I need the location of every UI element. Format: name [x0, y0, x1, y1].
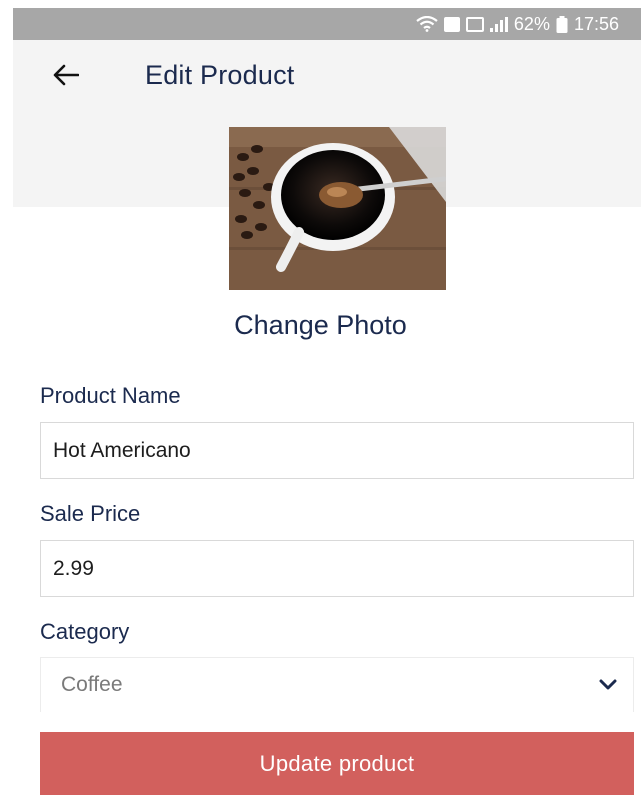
- chevron-down-icon: [599, 679, 617, 691]
- change-photo-link[interactable]: Change Photo: [0, 310, 641, 341]
- update-product-button[interactable]: Update product: [40, 732, 634, 795]
- battery-percent: 62%: [513, 13, 550, 34]
- sale-price-label: Sale Price: [40, 501, 141, 526]
- signal-bars-icon: [489, 16, 508, 32]
- product-name-input[interactable]: Hot Americano: [40, 422, 634, 479]
- category-selected-value: Coffee: [61, 673, 123, 696]
- wifi-icon: [416, 16, 438, 32]
- status-time: 17:56: [573, 13, 619, 34]
- signal-box-icon: [465, 16, 484, 32]
- app-bar: Edit Product: [13, 40, 641, 112]
- sim-icon: [443, 16, 460, 32]
- page-title: Edit Product: [145, 60, 295, 90]
- category-select[interactable]: Coffee: [40, 657, 634, 712]
- battery-icon: [556, 15, 568, 33]
- category-label: Category: [40, 619, 130, 644]
- product-name-label: Product Name: [40, 383, 181, 408]
- product-photo: [229, 127, 446, 290]
- arrow-left-icon: [53, 64, 80, 91]
- back-button[interactable]: [51, 62, 81, 92]
- sale-price-input[interactable]: 2.99: [40, 540, 634, 597]
- status-bar: 62% 17:56: [13, 8, 641, 40]
